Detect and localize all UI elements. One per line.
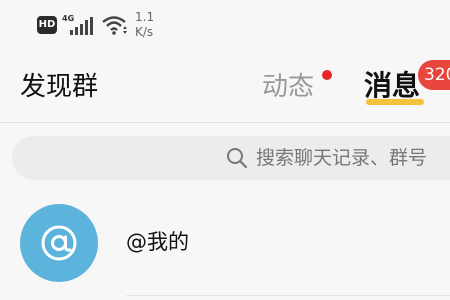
at-icon: [41, 225, 77, 261]
list-item-mentions[interactable]: @我的: [0, 196, 450, 296]
new-activity-dot: [322, 70, 332, 80]
tab-dynamics[interactable]: 动态: [262, 70, 314, 104]
page-title[interactable]: 发现群: [20, 70, 98, 104]
search-bar[interactable]: 搜索聊天记录、群号: [12, 136, 450, 180]
app-screen: HD 4G 1.1 K/s 发现群 动态 消息 320: [0, 0, 450, 300]
search-icon: [227, 148, 248, 169]
speed-unit: K/s: [135, 25, 154, 39]
status-bar: HD 4G 1.1 K/s: [0, 0, 450, 50]
divider: [126, 295, 450, 296]
speed-value: 1.1: [135, 10, 155, 24]
hd-badge: HD: [37, 16, 57, 34]
network-speed: 1.1 K/s: [135, 10, 161, 40]
unread-count-badge: 320: [418, 60, 450, 90]
signal-bars-icon: [70, 17, 93, 35]
search-placeholder: 搜索聊天记录、群号: [256, 147, 428, 169]
list-item-title: @我的: [126, 230, 189, 254]
active-tab-indicator: [366, 99, 424, 105]
header: 发现群 动态 消息 320: [0, 50, 450, 123]
wifi-icon: [102, 16, 127, 35]
avatar: [20, 204, 98, 282]
